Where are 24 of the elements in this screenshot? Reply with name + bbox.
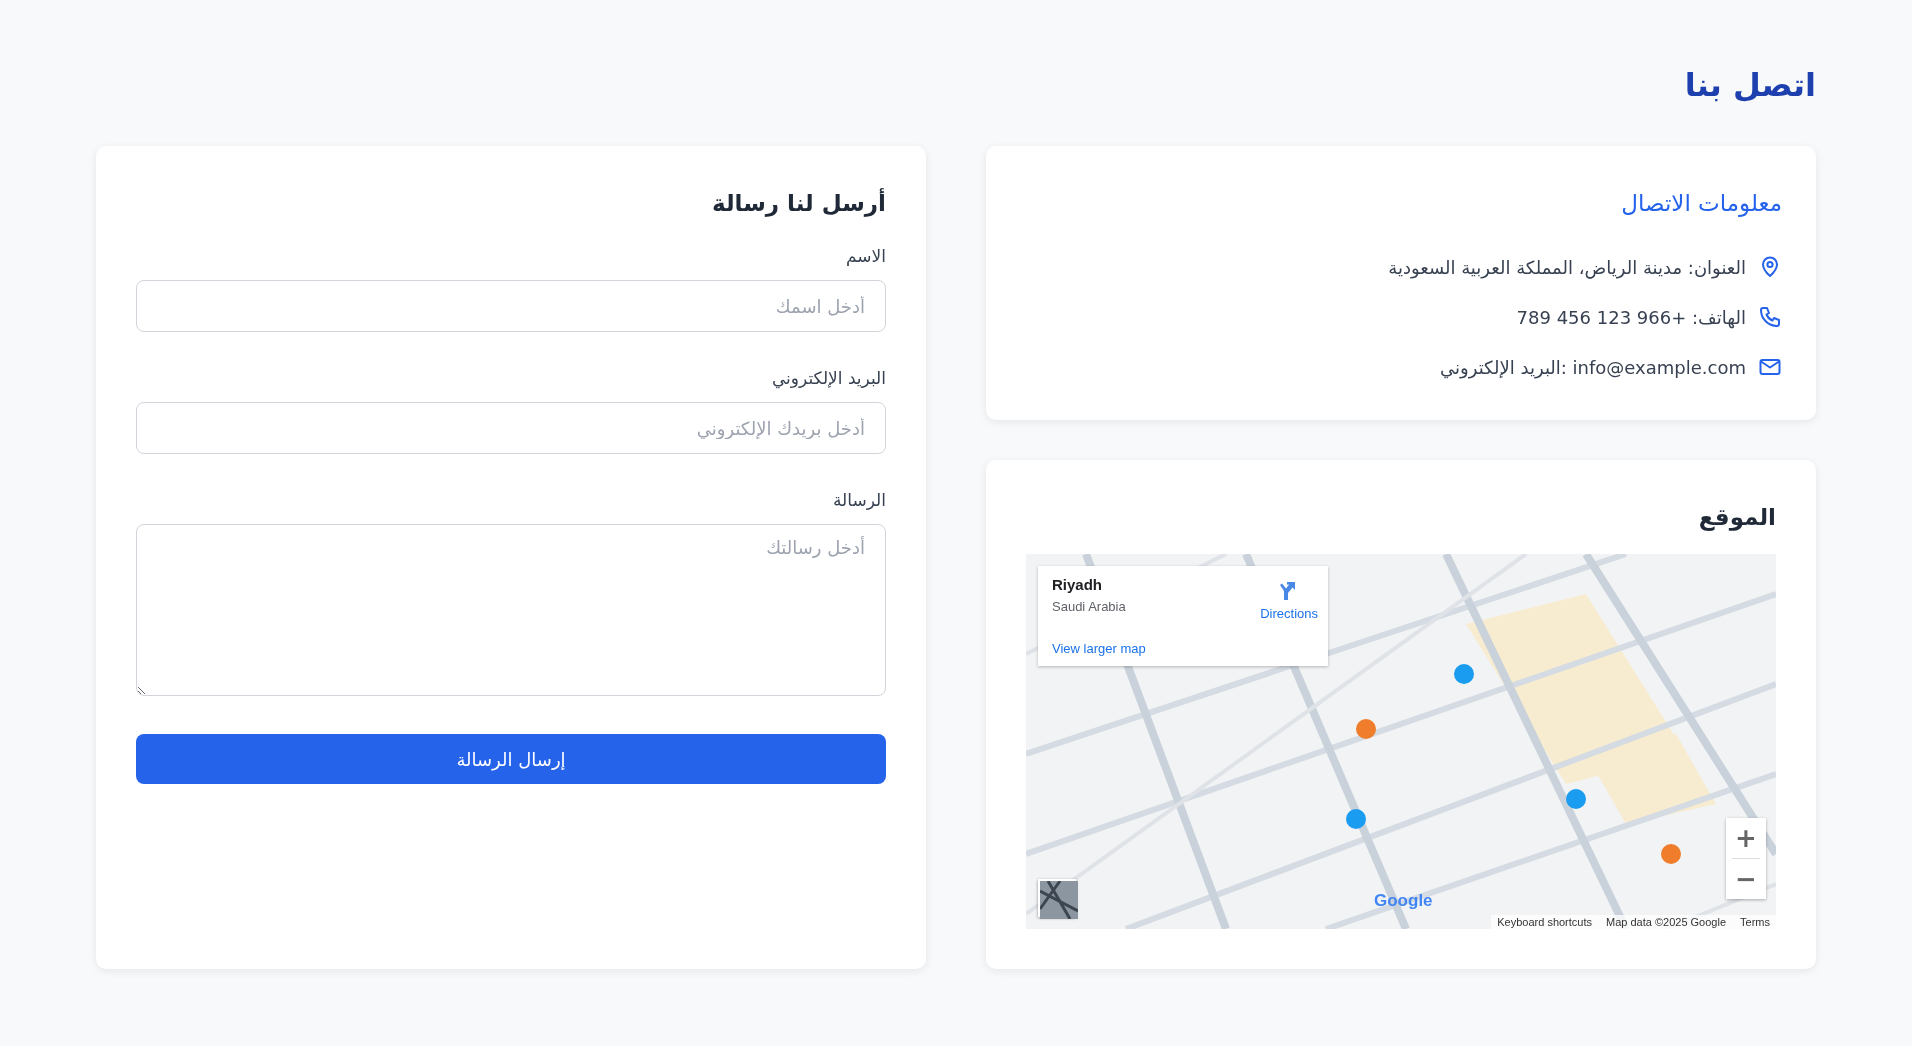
map-footer-link[interactable]: Keyboard shortcuts: [1497, 916, 1592, 928]
place-region: Saudi Arabia: [1052, 599, 1126, 614]
contact-detail: العنوان: مدينة الرياض، المملكة العربية السعودية: [1388, 256, 1746, 278]
card-title: الموقع: [1697, 504, 1776, 530]
field-label: الرسالة: [832, 490, 886, 510]
message-field[interactable]: أدخل رسالتك: [136, 524, 886, 696]
field-label: البريد الإلكتروني: [770, 368, 886, 388]
field-label: الاسم: [845, 246, 886, 266]
map-footer-link[interactable]: Map data ©2025 Google: [1606, 916, 1727, 928]
map-logo: Google: [1374, 891, 1433, 911]
contact-detail: info@example.com :البريد الإلكتروني: [1440, 356, 1746, 378]
form-title: أرسل لنا رسالة: [710, 190, 886, 216]
directions-button[interactable]: Directions: [1260, 578, 1318, 621]
send-button[interactable]: إرسال الرسالة: [136, 734, 886, 784]
page-title: اتصل بنا: [1683, 66, 1816, 104]
phone-icon: [1758, 305, 1782, 329]
place-name: Riyadh: [1052, 576, 1102, 593]
view-larger-map-link[interactable]: View larger map: [1052, 641, 1146, 656]
contact-detail: الهاتف: +966 123 456 789: [1516, 306, 1746, 328]
satellite-layer-button[interactable]: [1038, 879, 1076, 917]
map-footer-link[interactable]: Terms: [1740, 916, 1770, 928]
card-title: معلومات الاتصال: [1620, 190, 1782, 216]
zoom-out-button[interactable]: −: [1726, 859, 1766, 899]
zoom-in-button[interactable]: +: [1726, 818, 1766, 858]
